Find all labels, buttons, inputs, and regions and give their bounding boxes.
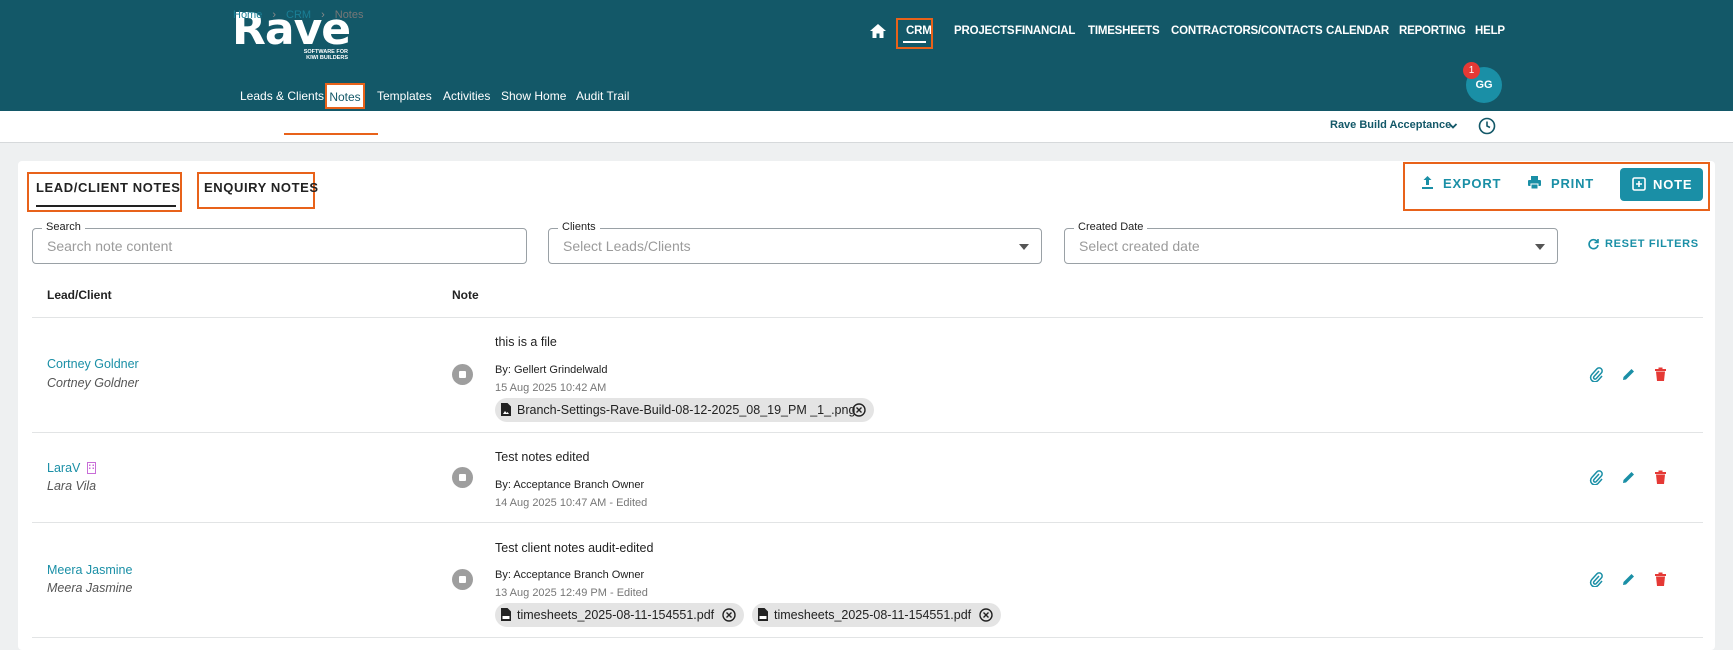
nav-help[interactable]: HELP	[1475, 25, 1505, 37]
breadcrumb-bar	[0, 111, 1733, 143]
breadcrumb-separator: ›	[272, 9, 277, 21]
logo-tagline: SOFTWARE FOR KIWI BUILDERS	[303, 49, 348, 61]
note-text: this is a file	[495, 335, 557, 349]
nav-contractors-contacts[interactable]: CONTRACTORS/CONTACTS	[1171, 25, 1323, 37]
created-date-select[interactable]: Created Date Select created date	[1064, 221, 1558, 264]
breadcrumb-separator: ›	[321, 9, 325, 21]
nav-calendar[interactable]: CALENDAR	[1326, 25, 1389, 37]
printer-icon[interactable]	[1527, 175, 1542, 190]
pencil-icon[interactable]	[1621, 470, 1636, 485]
remove-attachment-icon[interactable]	[722, 608, 736, 622]
paperclip-icon[interactable]	[1589, 470, 1604, 485]
subnav-notes[interactable]: Notes	[325, 83, 365, 109]
upload-icon[interactable]	[1420, 175, 1435, 190]
nav-financial[interactable]: FINANCIAL	[1015, 25, 1075, 37]
subnav-notes-label: Notes	[329, 90, 361, 104]
breadcrumb-highlight	[284, 133, 378, 135]
status-icon	[452, 467, 473, 488]
print-button[interactable]: PRINT	[1551, 176, 1594, 191]
client-name: Cortney Goldner	[47, 376, 139, 390]
subnav-templates[interactable]: Templates	[377, 89, 432, 103]
attachment-name: timesheets_2025-08-11-154551.pdf	[774, 608, 972, 622]
crm-highlight	[896, 18, 933, 49]
chevron-down-icon[interactable]	[1448, 121, 1458, 131]
pencil-icon[interactable]	[1621, 572, 1636, 587]
pdf-file-icon	[758, 608, 768, 621]
subnav-activities[interactable]: Activities	[443, 89, 490, 103]
search-placeholder: Search note content	[47, 238, 173, 254]
subnav-show-home[interactable]: Show Home	[501, 89, 566, 103]
active-tab-indicator	[36, 205, 176, 207]
note-date: 14 Aug 2025 10:47 AM - Edited	[495, 497, 648, 509]
client-name: Lara Vila	[47, 479, 97, 493]
tab-enquiry-label: ENQUIRY NOTES	[204, 180, 319, 195]
add-note-label: NOTE	[1653, 177, 1693, 192]
status-icon	[452, 364, 473, 385]
caret-down-icon	[1535, 244, 1545, 250]
client-name: Meera Jasmine	[47, 581, 133, 595]
note-author: By: Acceptance Branch Owner	[495, 479, 645, 491]
breadcrumb-crm[interactable]: CRM	[286, 9, 311, 21]
column-header-lead-client: Lead/Client	[47, 288, 112, 302]
building-icon	[87, 462, 96, 474]
created-date-label: Created Date	[1074, 221, 1148, 233]
clients-placeholder: Select Leads/Clients	[563, 238, 691, 254]
crm-active-indicator	[903, 41, 926, 43]
divider	[32, 317, 1703, 318]
clients-select[interactable]: Clients Select Leads/Clients	[548, 221, 1042, 264]
note-date: 13 Aug 2025 12:49 PM - Edited	[495, 587, 648, 599]
trash-icon[interactable]	[1653, 367, 1668, 382]
subnav-audit-trail[interactable]: Audit Trail	[576, 89, 629, 103]
client-link[interactable]: LaraV	[47, 461, 80, 475]
divider	[32, 522, 1703, 523]
caret-down-icon	[1019, 244, 1029, 250]
created-date-placeholder: Select created date	[1079, 238, 1200, 254]
pdf-file-icon	[501, 608, 511, 621]
paperclip-icon[interactable]	[1589, 367, 1604, 382]
remove-attachment-icon[interactable]	[979, 608, 993, 622]
client-link[interactable]: Meera Jasmine	[47, 563, 132, 577]
divider	[32, 432, 1703, 433]
reset-filters-button[interactable]: RESET FILTERS	[1605, 238, 1699, 250]
attachment-chip[interactable]: Branch-Settings-Rave-Build-08-12-2025_08…	[495, 398, 874, 422]
note-author: By: Acceptance Branch Owner	[495, 569, 645, 581]
remove-attachment-icon[interactable]	[852, 403, 866, 417]
note-text: Test client notes audit-edited	[495, 541, 654, 555]
export-button[interactable]: EXPORT	[1443, 176, 1501, 191]
company-selector[interactable]: Rave Build Acceptance	[1330, 119, 1451, 131]
subnav-leads-clients[interactable]: Leads & Clients	[240, 89, 324, 103]
clients-label: Clients	[558, 221, 600, 233]
image-file-icon	[501, 403, 511, 416]
status-icon	[452, 569, 473, 590]
search-input[interactable]: Search Search note content	[32, 221, 527, 264]
breadcrumb-current: Notes	[334, 9, 364, 21]
attachment-name: Branch-Settings-Rave-Build-08-12-2025_08…	[517, 403, 856, 417]
trash-icon[interactable]	[1653, 572, 1668, 587]
nav-timesheets[interactable]: TIMESHEETS	[1088, 25, 1160, 37]
breadcrumb: Home › CRM › Notes	[233, 9, 364, 21]
client-link[interactable]: Cortney Goldner	[47, 357, 139, 371]
clock-icon[interactable]	[1478, 117, 1496, 135]
attachment-name: timesheets_2025-08-11-154551.pdf	[517, 608, 715, 622]
attachment-chip[interactable]: timesheets_2025-08-11-154551.pdf	[752, 603, 1001, 627]
nav-reporting[interactable]: REPORTING	[1399, 25, 1466, 37]
add-box-icon	[1632, 177, 1646, 191]
refresh-icon[interactable]	[1587, 238, 1600, 251]
tab-lead-client-label: LEAD/CLIENT NOTES	[36, 180, 181, 195]
nav-projects[interactable]: PROJECTS	[954, 25, 1015, 37]
note-text: Test notes edited	[495, 450, 590, 464]
breadcrumb-home[interactable]: Home	[233, 9, 262, 21]
attachment-chip[interactable]: timesheets_2025-08-11-154551.pdf	[495, 603, 744, 627]
notification-badge[interactable]: 1	[1463, 62, 1480, 79]
column-header-note: Note	[452, 288, 479, 302]
trash-icon[interactable]	[1653, 470, 1668, 485]
note-date: 15 Aug 2025 10:42 AM	[495, 382, 607, 394]
note-author: By: Gellert Grindelwald	[495, 364, 608, 376]
paperclip-icon[interactable]	[1589, 572, 1604, 587]
pencil-icon[interactable]	[1621, 367, 1636, 382]
divider	[32, 637, 1703, 638]
add-note-button[interactable]: NOTE	[1620, 168, 1703, 201]
search-label: Search	[42, 221, 85, 233]
home-icon[interactable]	[870, 24, 886, 38]
